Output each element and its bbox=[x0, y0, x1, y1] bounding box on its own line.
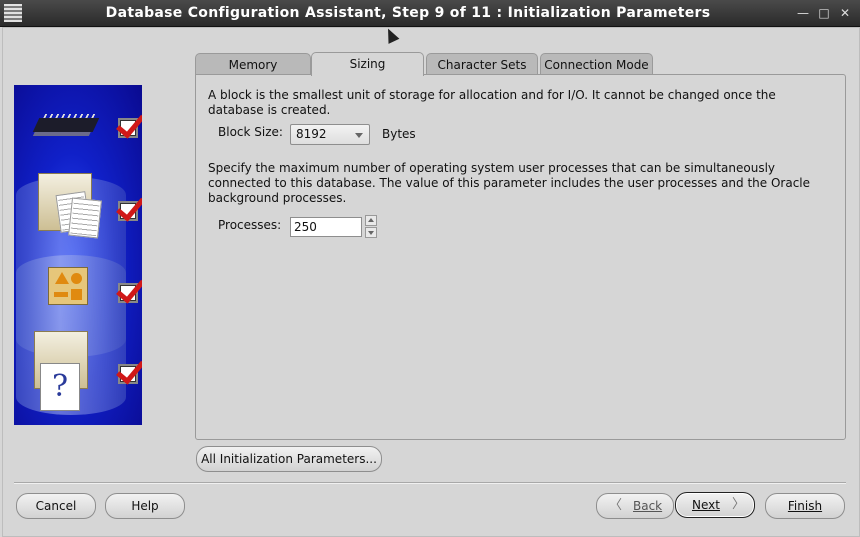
close-icon[interactable]: ✕ bbox=[838, 6, 852, 20]
shapes-folder-icon bbox=[48, 267, 88, 305]
step-checkmark-icon bbox=[118, 283, 138, 303]
step-checkmark-icon bbox=[118, 118, 138, 138]
tab-sizing[interactable]: Sizing bbox=[311, 52, 424, 76]
tab-connection-mode[interactable]: Connection Mode bbox=[540, 53, 653, 75]
block-size-dropdown[interactable]: 8192 bbox=[290, 124, 370, 145]
help-document-icon: ? bbox=[40, 363, 80, 411]
block-size-unit: Bytes bbox=[382, 127, 416, 141]
memory-chip-icon bbox=[32, 118, 100, 132]
processes-input[interactable]: 250 bbox=[290, 217, 362, 237]
processes-value: 250 bbox=[294, 220, 317, 234]
all-initialization-parameters-button[interactable]: All Initialization Parameters... bbox=[196, 446, 382, 472]
next-button[interactable]: Next 〉 bbox=[675, 492, 755, 518]
block-size-description: A block is the smallest unit of storage … bbox=[208, 88, 776, 117]
help-button[interactable]: Help bbox=[105, 493, 185, 519]
back-button[interactable]: 〈 Back bbox=[596, 493, 674, 519]
minimize-icon[interactable]: — bbox=[796, 6, 810, 20]
stepper-down-icon[interactable] bbox=[365, 227, 377, 238]
step-checkmark-icon bbox=[118, 364, 138, 384]
block-size-value: 8192 bbox=[296, 127, 327, 141]
chevron-left-icon: 〈 bbox=[609, 498, 623, 513]
back-button-label: Back bbox=[633, 499, 663, 513]
chevron-down-icon bbox=[355, 133, 363, 138]
sizing-tab-panel: A block is the smallest unit of storage … bbox=[195, 74, 846, 440]
processes-label: Processes: bbox=[218, 218, 282, 232]
finish-button-label: Finish bbox=[787, 499, 823, 513]
window-title: Database Configuration Assistant, Step 9… bbox=[105, 5, 711, 21]
stepper-up-icon[interactable] bbox=[365, 215, 377, 226]
chevron-right-icon: 〉 bbox=[732, 497, 746, 512]
processes-description: Specify the maximum number of operating … bbox=[208, 161, 811, 205]
tab-memory[interactable]: Memory bbox=[195, 53, 311, 75]
wizard-step-illustration: ? bbox=[14, 85, 142, 425]
tab-character-sets[interactable]: Character Sets bbox=[426, 53, 538, 75]
title-bar: Database Configuration Assistant, Step 9… bbox=[0, 0, 860, 27]
cancel-button[interactable]: Cancel bbox=[16, 493, 96, 519]
next-button-label: Next bbox=[692, 498, 720, 512]
block-size-label: Block Size: bbox=[218, 125, 283, 139]
button-separator bbox=[14, 482, 846, 483]
processes-stepper[interactable] bbox=[365, 215, 377, 238]
document-icon bbox=[68, 197, 102, 239]
step-checkmark-icon bbox=[118, 201, 138, 221]
finish-button[interactable]: Finish bbox=[765, 493, 845, 519]
maximize-icon[interactable]: □ bbox=[817, 6, 831, 20]
